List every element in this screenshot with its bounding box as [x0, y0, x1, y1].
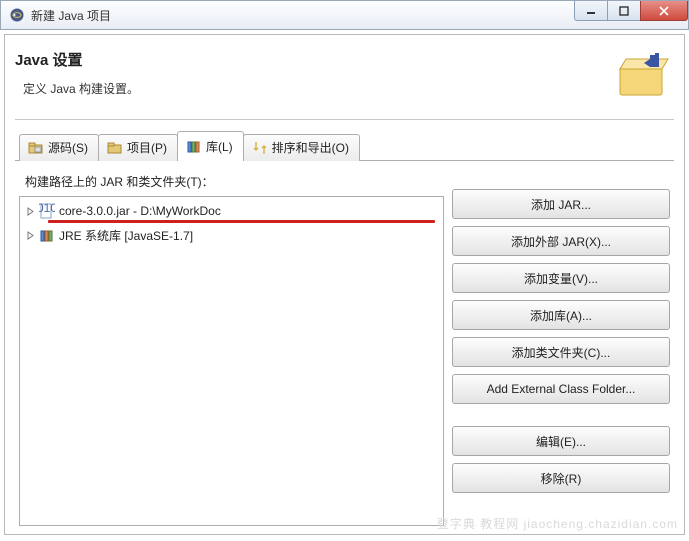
- add-external-jar-button[interactable]: 添加外部 JAR(X)...: [452, 226, 670, 256]
- add-external-class-folder-button[interactable]: Add External Class Folder...: [452, 374, 670, 404]
- tab-order-export[interactable]: 排序和导出(O): [243, 134, 360, 161]
- tab-libraries[interactable]: 库(L): [177, 131, 244, 161]
- expander-icon[interactable]: [26, 207, 35, 216]
- tab-projects-label: 项目(P): [127, 139, 167, 156]
- jar-file-icon: 010: [39, 203, 55, 219]
- window-titlebar: 新建 Java 项目: [0, 0, 689, 30]
- add-library-button[interactable]: 添加库(A)...: [452, 300, 670, 330]
- source-folder-icon: [28, 140, 44, 156]
- edit-button[interactable]: 编辑(E)...: [452, 426, 670, 456]
- projects-folder-icon: [107, 140, 123, 156]
- section-divider: [15, 119, 674, 120]
- highlight-underline: [48, 220, 435, 223]
- tab-order-label: 排序和导出(O): [272, 139, 349, 156]
- tree-item-jre-label: JRE 系统库 [JavaSE-1.7]: [59, 227, 193, 244]
- remove-button[interactable]: 移除(R): [452, 463, 670, 493]
- order-export-icon: [252, 140, 268, 156]
- tree-panel: 构建路径上的 JAR 和类文件夹(T)： 010 core-3.0.0.jar …: [19, 171, 444, 526]
- watermark-text: 登字典 教程网 jiaocheng.chazidian.com: [437, 515, 678, 532]
- dialog-body: Java 设置 定义 Java 构建设置。 源码(S) 项目(P): [4, 34, 685, 535]
- add-class-folder-button[interactable]: 添加类文件夹(C)...: [452, 337, 670, 367]
- library-icon: [186, 139, 202, 155]
- dialog-header: Java 设置 定义 Java 构建设置。: [15, 49, 674, 105]
- svg-text:010: 010: [39, 203, 55, 215]
- window-title: 新建 Java 项目: [31, 7, 575, 24]
- expander-icon[interactable]: [26, 231, 35, 240]
- minimize-button[interactable]: [574, 1, 608, 21]
- header-text: Java 设置 定义 Java 构建设置。: [15, 49, 139, 97]
- page-subtitle: 定义 Java 构建设置。: [23, 80, 139, 97]
- tree-item-jar[interactable]: 010 core-3.0.0.jar - D:\MyWorkDoc: [24, 201, 439, 221]
- page-title: Java 设置: [15, 49, 139, 70]
- tree-item-jar-label: core-3.0.0.jar - D:\MyWorkDoc: [59, 204, 221, 218]
- add-variable-button[interactable]: 添加变量(V)...: [452, 263, 670, 293]
- tree-label: 构建路径上的 JAR 和类文件夹(T)：: [25, 173, 444, 190]
- tab-source-label: 源码(S): [48, 139, 88, 156]
- button-column: 添加 JAR... 添加外部 JAR(X)... 添加变量(V)... 添加库(…: [452, 171, 670, 526]
- libraries-panel: 构建路径上的 JAR 和类文件夹(T)： 010 core-3.0.0.jar …: [15, 161, 674, 530]
- jre-library-icon: [39, 228, 55, 244]
- classpath-tree[interactable]: 010 core-3.0.0.jar - D:\MyWorkDoc JRE 系统…: [19, 196, 444, 526]
- maximize-button[interactable]: [607, 1, 641, 21]
- tab-projects[interactable]: 项目(P): [98, 134, 178, 161]
- tab-source[interactable]: 源码(S): [19, 134, 99, 161]
- eclipse-icon: [9, 7, 25, 23]
- button-spacer: [452, 411, 670, 419]
- tab-bar: 源码(S) 项目(P) 库(L) 排序和导出(O): [15, 130, 674, 161]
- window-controls: [575, 1, 688, 29]
- tree-item-jre[interactable]: JRE 系统库 [JavaSE-1.7]: [24, 225, 439, 246]
- close-button[interactable]: [640, 1, 688, 21]
- add-jar-button[interactable]: 添加 JAR...: [452, 189, 670, 219]
- tab-libraries-label: 库(L): [206, 138, 233, 155]
- folder-header-icon: [614, 49, 670, 105]
